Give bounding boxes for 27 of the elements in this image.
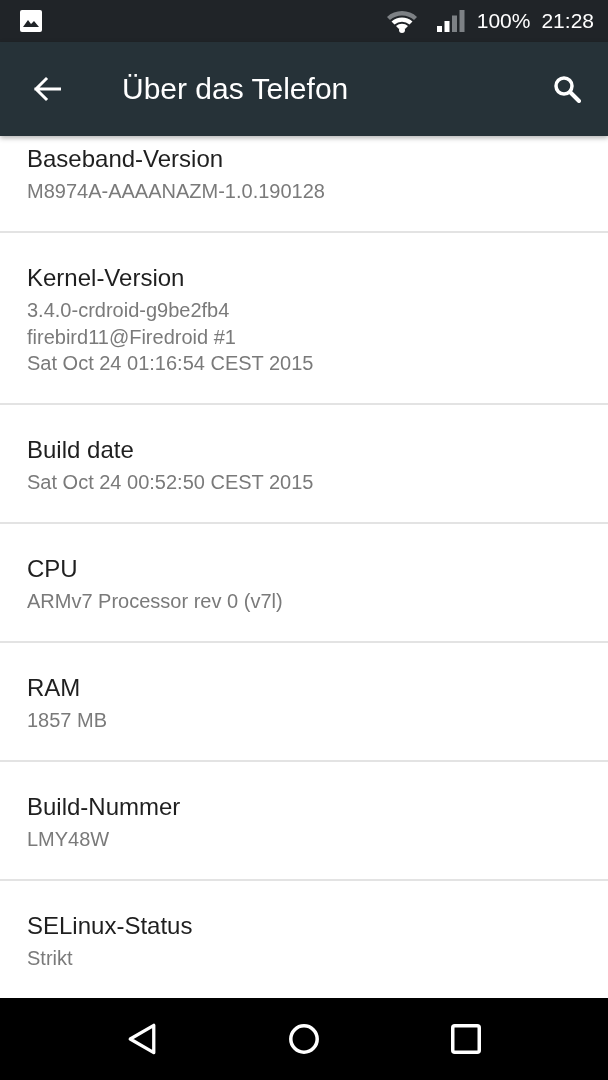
square-recents-icon	[451, 1023, 481, 1055]
signal-icon	[436, 10, 465, 32]
screen-title: Über das Telefon	[122, 71, 349, 107]
setting-value: 1857 MB	[27, 708, 108, 733]
setting-title: RAM	[27, 673, 81, 703]
setting-value: LMY48W	[27, 827, 110, 852]
setting-value: Sat Oct 24 01:16:54 CEST 2015	[27, 351, 314, 376]
circle-home-icon	[289, 1023, 319, 1055]
status-time: 21:28	[541, 9, 594, 33]
setting-title: Build-Nummer	[27, 792, 181, 822]
setting-value: M8974A-AAAANAZM-1.0.190128	[27, 179, 325, 204]
setting-value: Strikt	[27, 946, 73, 971]
setting-title: Baseband-Version	[27, 144, 224, 174]
triangle-back-icon	[127, 1023, 157, 1055]
back-arrow-icon	[33, 76, 61, 102]
setting-title: CPU	[27, 554, 78, 584]
setting-value: ARMv7 Processor rev 0 (v7l)	[27, 589, 283, 614]
setting-value: 3.4.0-crdroid-g9be2fb4	[27, 298, 230, 323]
setting-value: firebird11@Firedroid #1	[27, 324, 236, 350]
search-icon	[553, 75, 581, 103]
setting-title: Kernel-Version	[27, 263, 185, 293]
wifi-icon	[385, 9, 418, 33]
setting-title: Build date	[27, 435, 134, 465]
image-notification-icon	[20, 10, 42, 32]
setting-title: SELinux-Status	[27, 911, 193, 941]
setting-value: Sat Oct 24 00:52:50 CEST 2015	[27, 470, 314, 495]
battery-percentage: 100%	[476, 9, 531, 33]
